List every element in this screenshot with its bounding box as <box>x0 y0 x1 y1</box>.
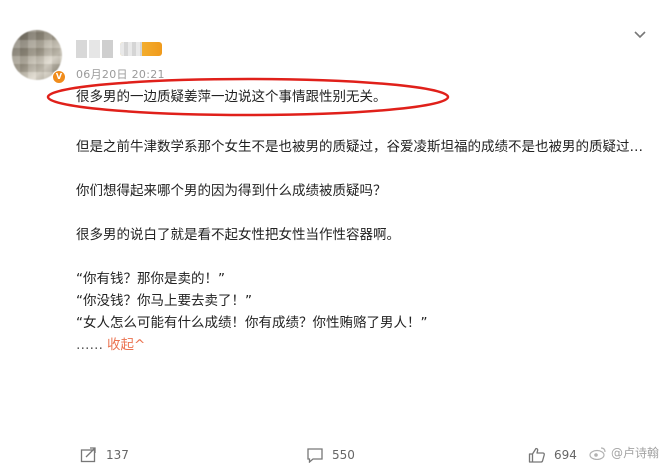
comment-count: 550 <box>332 448 355 462</box>
chevron-down-icon[interactable] <box>633 28 647 44</box>
member-level-badge <box>120 42 162 56</box>
repost-icon <box>80 447 96 463</box>
collapse-button[interactable]: 收起^ <box>107 337 145 353</box>
paragraph-2: 你们想得起来哪个男的因为得到什么成绩被质疑吗？ <box>76 183 387 199</box>
thumbs-up-icon <box>528 447 545 463</box>
post-timestamp[interactable]: 06月20日 20:21 <box>76 66 165 82</box>
paragraph-1: 但是之前牛津数学系那个女生不是也被男的质疑过，谷爱凌斯坦福的成绩不是也被男的质疑… <box>76 139 643 155</box>
action-bar: 137 550 694 <box>0 444 667 470</box>
username-blurred[interactable] <box>76 40 113 58</box>
comment-icon <box>307 448 323 463</box>
highlighted-line-text: 很多男的一边质疑姜萍一边说这个事情跟性别无关。 <box>76 89 387 105</box>
repost-count: 137 <box>106 448 129 462</box>
quote-1: “你有钱？那你是卖的！” <box>76 271 225 287</box>
like-button[interactable]: 694 <box>528 447 577 463</box>
quote-2: “你没钱？你马上要去卖了！” <box>76 293 252 309</box>
weibo-logo-icon <box>589 446 606 460</box>
highlighted-line: 很多男的一边质疑姜萍一边说这个事情跟性别无关。 <box>46 77 450 117</box>
weibo-post-card: V 06月20日 20:21 很多男的一边质疑姜萍一边说这个事情跟性别无关。 但… <box>0 0 667 470</box>
verified-badge-icon: V <box>52 70 66 84</box>
weibo-watermark: @卢诗翰 <box>589 444 659 461</box>
repost-button[interactable]: 137 <box>80 447 129 463</box>
quote-3: “女人怎么可能有什么成绩！你有成绩？你性贿赂了男人！” <box>76 315 428 331</box>
ellipsis: …… <box>76 337 103 353</box>
comment-button[interactable]: 550 <box>306 447 355 463</box>
paragraph-3: 很多男的说白了就是看不起女性把女性当作性容器啊。 <box>76 227 400 243</box>
watermark-text: @卢诗翰 <box>610 446 659 460</box>
post-body: 很多男的一边质疑姜萍一边说这个事情跟性别无关。 但是之前牛津数学系那个女生不是也… <box>46 77 646 356</box>
collapse-row: …… 收起^ <box>76 334 646 356</box>
like-count: 694 <box>554 448 577 462</box>
